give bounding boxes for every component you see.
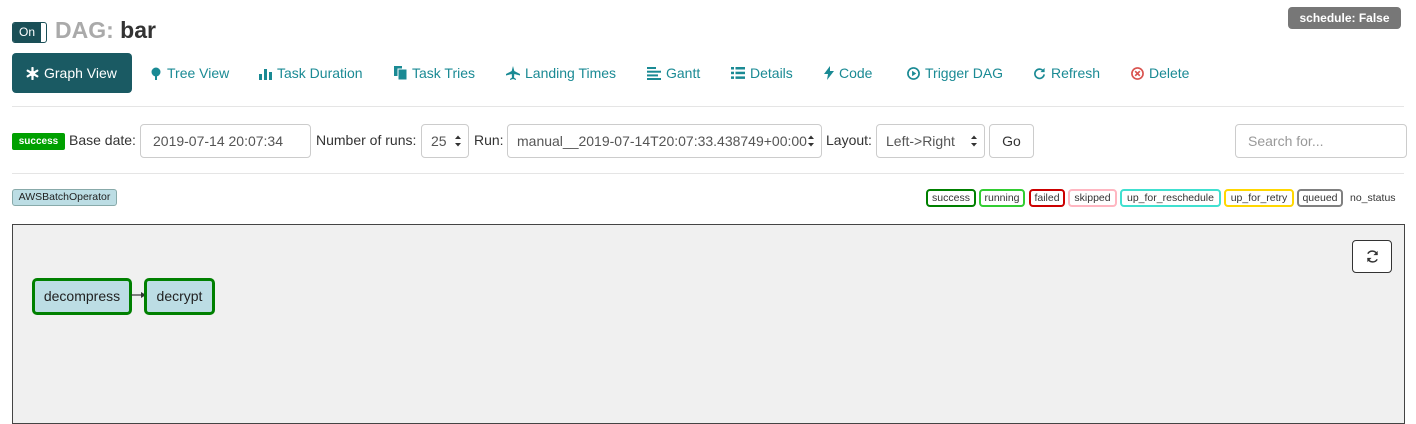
tab-details[interactable]: Details <box>731 53 793 93</box>
tab-delete[interactable]: Delete <box>1131 53 1189 93</box>
bar-chart-icon <box>259 68 272 80</box>
num-runs-label: Number of runs: <box>316 132 417 148</box>
dag-toggle[interactable]: On <box>12 22 47 43</box>
tab-tree-view[interactable]: Tree View <box>150 53 229 93</box>
tab-code[interactable]: Code <box>824 53 872 93</box>
tab-trigger-dag[interactable]: Trigger DAG <box>907 53 1003 93</box>
state-legend-queued: queued <box>1297 189 1343 207</box>
state-legend-skipped: skipped <box>1068 189 1117 207</box>
tab-label: Delete <box>1149 65 1190 81</box>
tab-label: Task Tries <box>412 65 476 81</box>
task-node-decompress[interactable]: decompress <box>32 278 132 315</box>
tab-landing-times[interactable]: Landing Times <box>506 53 616 93</box>
tab-refresh[interactable]: Refresh <box>1033 53 1100 93</box>
tab-label: Tree View <box>167 65 230 81</box>
tab-task-duration[interactable]: Task Duration <box>259 53 363 93</box>
tab-label: Graph View <box>44 65 117 81</box>
state-legend-failed: failed <box>1029 189 1065 207</box>
base-date-input[interactable]: 2019-07-14 20:07:34 <box>140 124 311 158</box>
state-legend-up-for-retry: up_for_retry <box>1224 189 1294 207</box>
go-button[interactable]: Go <box>989 124 1034 158</box>
tab-label: Landing Times <box>525 65 617 81</box>
select-arrows-icon <box>807 134 815 148</box>
search-input[interactable]: Search for... <box>1235 124 1407 158</box>
flash-icon <box>824 66 834 80</box>
num-runs-value: 25 <box>431 133 447 149</box>
asterisk-icon <box>26 66 39 80</box>
state-legend-no-status: no_status <box>1350 192 1396 204</box>
select-arrows-icon <box>971 135 977 147</box>
list-icon <box>731 67 745 79</box>
files-icon <box>394 66 407 80</box>
tab-label: Task Duration <box>277 65 363 81</box>
run-value: manual__2019-07-14T20:07:33.438749+00:00 <box>517 133 807 149</box>
state-legend-success: success <box>926 189 976 207</box>
base-date-value: 2019-07-14 20:07:34 <box>153 133 283 149</box>
num-runs-select[interactable]: 25 <box>421 124 469 158</box>
tab-label: Trigger DAG <box>925 65 1004 81</box>
play-circle-icon <box>907 66 920 80</box>
run-label: Run: <box>474 132 504 148</box>
layout-select[interactable]: Left->Right <box>876 124 985 158</box>
tab-graph-view[interactable]: Graph View <box>12 53 132 93</box>
tab-label: Refresh <box>1051 65 1101 81</box>
divider <box>12 173 1404 174</box>
tab-task-tries[interactable]: Task Tries <box>394 53 475 93</box>
dag-id: bar <box>120 17 156 43</box>
title-prefix: DAG: <box>55 17 114 43</box>
tab-label: Code <box>839 65 873 81</box>
select-arrows-icon <box>455 135 461 147</box>
divider <box>12 106 1404 107</box>
align-left-icon <box>647 66 661 80</box>
page-title: DAG: bar <box>55 15 156 45</box>
layout-label: Layout: <box>826 132 872 148</box>
schedule-badge: schedule: False <box>1288 7 1401 29</box>
remove-circle-icon <box>1131 66 1144 80</box>
plane-icon <box>506 66 520 80</box>
tab-label: Gantt <box>666 65 701 81</box>
task-node-decrypt[interactable]: decrypt <box>144 278 215 315</box>
tab-gantt[interactable]: Gantt <box>647 53 700 93</box>
dag-graph[interactable]: decompress decrypt <box>12 224 1405 424</box>
refresh-icon <box>1034 67 1045 79</box>
toggle-on-label: On <box>13 23 41 42</box>
graph-refresh-button[interactable] <box>1352 240 1392 273</box>
refresh-icon <box>1366 250 1378 263</box>
state-legend-up-for-reschedule: up_for_reschedule <box>1120 189 1221 207</box>
layout-value: Left->Right <box>886 133 955 149</box>
status-badge: success <box>12 133 65 150</box>
operator-legend-badge: AWSBatchOperator <box>12 189 117 206</box>
tab-label: Details <box>750 65 793 81</box>
base-date-label: Base date: <box>69 132 136 148</box>
run-select[interactable]: manual__2019-07-14T20:07:33.438749+00:00 <box>507 124 822 158</box>
search-placeholder: Search for... <box>1248 133 1324 149</box>
tree-icon <box>151 67 161 80</box>
state-legend-running: running <box>979 189 1025 207</box>
